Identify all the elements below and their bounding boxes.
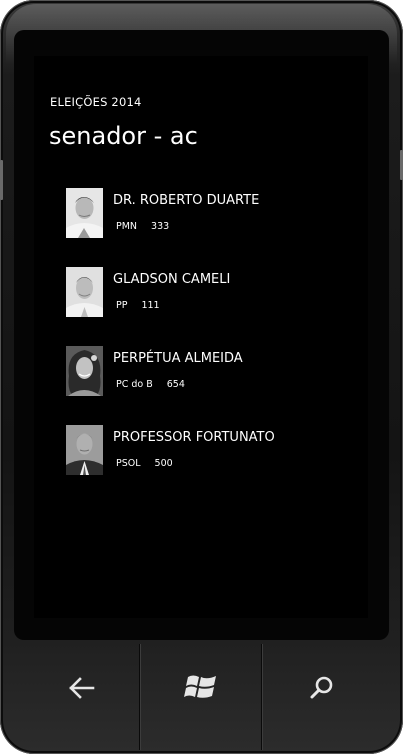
candidate-meta: PP 111 [116, 300, 160, 311]
candidate-meta: PC do B 654 [116, 379, 185, 390]
candidate-meta: PMN 333 [116, 221, 169, 232]
candidate-number: 333 [151, 221, 170, 232]
app-screen: ELEIÇÕES 2014 senador - ac DR. ROBERTO D… [34, 56, 368, 618]
candidate-number: 654 [166, 379, 185, 390]
volume-button [0, 160, 3, 200]
nav-separator [261, 644, 262, 750]
candidate-item[interactable]: DR. ROBERTO DUARTE PMN 333 [66, 188, 366, 267]
candidate-party: PC do B [116, 379, 153, 390]
back-button[interactable] [52, 660, 112, 716]
candidate-item[interactable]: PERPÉTUA ALMEIDA PC do B 654 [66, 346, 366, 425]
candidate-item[interactable]: GLADSON CAMELI PP 111 [66, 267, 366, 346]
candidate-name: DR. ROBERTO DUARTE [113, 193, 260, 208]
candidate-name: GLADSON CAMELI [113, 272, 231, 287]
back-arrow-icon [69, 677, 95, 699]
candidate-item[interactable]: PROFESSOR FORTUNATO PSOL 500 [66, 425, 366, 504]
candidate-photo [66, 188, 103, 238]
candidate-list: DR. ROBERTO DUARTE PMN 333 GLADSON CAMELI… [66, 188, 366, 504]
candidate-name: PERPÉTUA ALMEIDA [113, 351, 243, 366]
candidate-name: PROFESSOR FORTUNATO [113, 430, 275, 445]
candidate-party: PP [116, 300, 128, 311]
search-icon [310, 676, 333, 699]
candidate-number: 111 [141, 300, 160, 311]
candidate-meta: PSOL 500 [116, 458, 173, 469]
candidate-photo [66, 425, 103, 475]
candidate-party: PSOL [116, 458, 141, 469]
app-title: ELEIÇÕES 2014 [50, 95, 142, 109]
start-button[interactable] [171, 660, 231, 716]
candidate-number: 500 [154, 458, 173, 469]
candidate-photo [66, 346, 103, 396]
windows-logo-icon [184, 675, 216, 698]
candidate-photo [66, 267, 103, 317]
search-button[interactable] [292, 660, 352, 716]
candidate-party: PMN [116, 221, 138, 232]
page-title: senador - ac [49, 122, 198, 150]
nav-separator [139, 644, 140, 750]
